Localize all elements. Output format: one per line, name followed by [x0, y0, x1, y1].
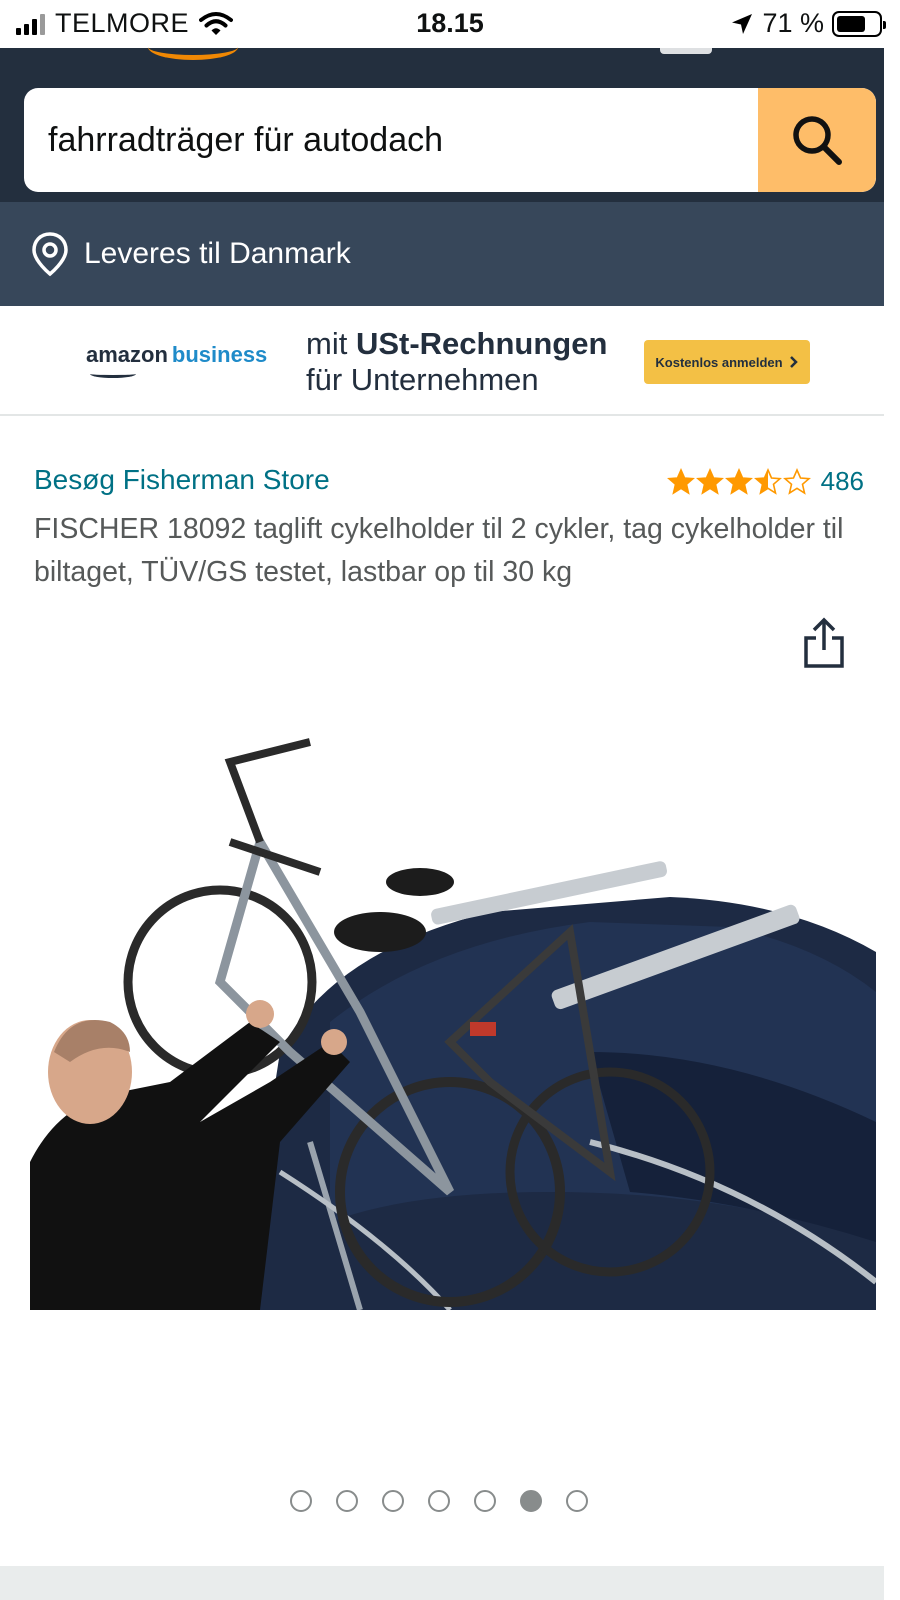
star-half-icon: [753, 467, 782, 495]
rating-count[interactable]: 486: [821, 466, 864, 497]
amazon-logo-icon[interactable]: [148, 34, 238, 60]
battery-percent: 71 %: [762, 8, 824, 38]
carousel-dots: [0, 1490, 900, 1512]
carousel-dot[interactable]: [382, 1490, 404, 1512]
page-edge: [884, 48, 900, 1600]
product-photo-illustration: [30, 738, 876, 1310]
delivery-location-bar[interactable]: Leveres til Danmark: [0, 202, 884, 306]
rating[interactable]: 486: [666, 466, 864, 497]
store-link[interactable]: Besøg Fisherman Store: [34, 464, 330, 496]
search-button[interactable]: [758, 88, 876, 192]
carousel-dot[interactable]: [290, 1490, 312, 1512]
ad-signup-button[interactable]: Kostenlos anmelden: [644, 340, 810, 384]
star-full-icon: [724, 467, 753, 495]
product-title: FISCHER 18092 taglift cykelholder til 2 …: [34, 513, 844, 588]
product-image[interactable]: [30, 722, 876, 1310]
header-icon-peek[interactable]: [660, 48, 712, 54]
carousel-dot[interactable]: [520, 1490, 542, 1512]
status-right: 71 %: [730, 8, 886, 39]
amazon-smile-icon: [90, 370, 136, 378]
location-pin-icon: [32, 232, 68, 277]
bottom-divider: [0, 1566, 884, 1600]
header: [0, 48, 884, 202]
star-full-icon: [666, 467, 695, 495]
ad-headline: mit USt-Rechnungen für Unternehmen: [306, 326, 608, 397]
search-bar: [24, 88, 876, 192]
location-arrow-icon: [732, 13, 753, 34]
chevron-right-icon: [789, 356, 798, 368]
share-icon[interactable]: [802, 616, 846, 670]
amazon-business-ad[interactable]: amazon business mit USt-Rechnungen für Un…: [0, 306, 884, 416]
status-bar: TELMORE 18.15 71 %: [0, 0, 900, 48]
carousel-dot[interactable]: [428, 1490, 450, 1512]
search-input[interactable]: [48, 88, 748, 192]
carousel-dot[interactable]: [336, 1490, 358, 1512]
amazon-business-logo: amazon business: [86, 342, 268, 367]
delivery-text: Leveres til Danmark: [84, 237, 351, 270]
carousel-dot[interactable]: [474, 1490, 496, 1512]
star-full-icon: [695, 467, 724, 495]
battery-icon: [832, 10, 886, 37]
star-empty-icon: [782, 467, 811, 495]
rating-stars: [666, 467, 811, 496]
search-icon: [793, 116, 842, 165]
carousel-dot[interactable]: [566, 1490, 588, 1512]
